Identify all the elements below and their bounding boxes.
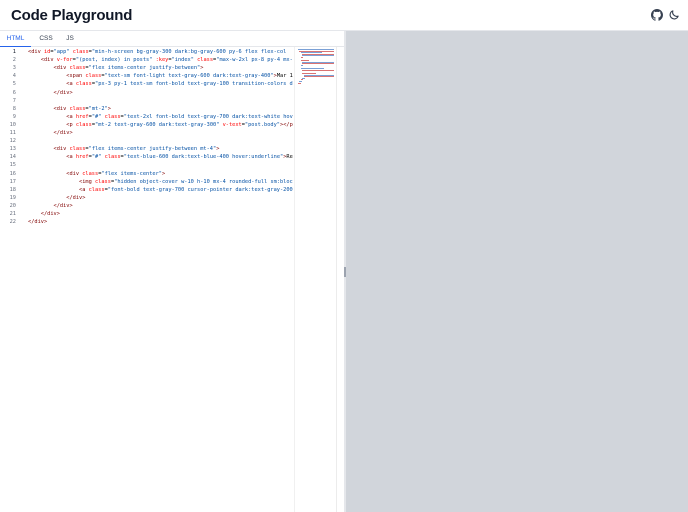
tab-html[interactable]: HTML <box>0 31 31 47</box>
line-number: 16 <box>9 170 16 177</box>
code-line[interactable]: </div> <box>28 210 60 218</box>
line-number: 9 <box>12 113 16 120</box>
code-line[interactable]: <p class="mt-2 text-gray-600 dark:text-g… <box>28 121 293 129</box>
line-number: 22 <box>9 219 16 226</box>
line-number: 17 <box>9 178 16 185</box>
code-line[interactable]: <div class="flex items-center justify-be… <box>28 64 204 72</box>
line-number: 15 <box>9 162 16 169</box>
github-icon[interactable] <box>651 9 663 21</box>
tab-css[interactable]: CSS <box>34 31 58 47</box>
line-number: 5 <box>12 81 16 88</box>
minimap-line <box>300 65 304 66</box>
line-number: 8 <box>12 105 16 112</box>
line-number: 19 <box>9 194 16 201</box>
line-number: 13 <box>9 146 16 153</box>
app-header: Code Playground <box>0 0 688 31</box>
editor-scrollbar[interactable] <box>336 47 344 512</box>
line-number: 4 <box>12 73 16 80</box>
preview-pane <box>346 31 688 512</box>
code-line[interactable]: </div> <box>28 218 47 226</box>
code-line[interactable]: <span class="text-sm font-light text-gra… <box>28 72 292 80</box>
code-line[interactable]: <div class="mt-2"> <box>28 105 111 113</box>
line-number: 3 <box>12 65 16 72</box>
minimap-line <box>298 82 301 84</box>
line-number: 21 <box>9 211 16 217</box>
line-number: 6 <box>12 89 16 96</box>
page-title: Code Playground <box>11 7 133 24</box>
code-editor[interactable]: 1 2 3 4 5 6 7 8 9 10 11 12 13 14 15 16 17 18 19 20 21 22 <div… <box>0 47 346 512</box>
code-line[interactable]: <a href="#" class="text-2xl font-bold te… <box>28 113 293 121</box>
code-line[interactable]: <a class="px-3 py-1 text-sm font-bold te… <box>28 80 292 88</box>
line-number: 11 <box>9 130 16 136</box>
code-line[interactable]: </div> <box>28 194 85 202</box>
code-line[interactable]: <div class="flex items-center justify-be… <box>28 145 220 153</box>
line-number: 2 <box>12 57 16 64</box>
line-number: 18 <box>9 186 16 193</box>
code-line[interactable]: </div> <box>28 202 73 210</box>
minimap-line <box>302 63 334 65</box>
code-minimap[interactable] <box>294 47 336 512</box>
code-line[interactable]: </div> <box>28 89 73 97</box>
minimap-line <box>303 76 334 78</box>
editor-tabs: HTML CSS JS <box>0 31 346 47</box>
minimap-line <box>300 57 304 58</box>
code-line[interactable]: </div> <box>28 129 73 137</box>
line-number-gutter: 1 2 3 4 5 6 7 8 9 10 11 12 13 14 15 16 17 18 19 20 21 22 <box>0 47 24 512</box>
line-number: 1 <box>12 49 16 55</box>
tab-js[interactable]: JS <box>60 31 80 47</box>
minimap-line <box>302 69 334 71</box>
code-line[interactable]: <div class="flex items-center"> <box>28 170 165 178</box>
line-number: 10 <box>9 121 16 128</box>
code-line[interactable]: <div v-for="(post, index) in posts" :key… <box>28 56 293 64</box>
minimap-line <box>302 55 334 57</box>
code-area[interactable]: <div id="app" class="min-h-screen bg-gra… <box>28 47 294 512</box>
line-number: 7 <box>12 97 16 104</box>
code-line[interactable]: <a class="font-bold text-gray-700 cursor… <box>28 186 293 194</box>
moon-icon[interactable] <box>668 9 680 21</box>
line-number: 12 <box>9 138 16 145</box>
line-number: 14 <box>9 154 16 161</box>
line-number: 20 <box>9 202 16 209</box>
code-line[interactable]: <a href="#" class="text-blue-600 dark:te… <box>28 153 293 161</box>
code-line[interactable]: <div id="app" class="min-h-screen bg-gra… <box>28 48 286 56</box>
code-line[interactable]: <img class="hidden object-cover w-10 h-1… <box>28 178 293 186</box>
